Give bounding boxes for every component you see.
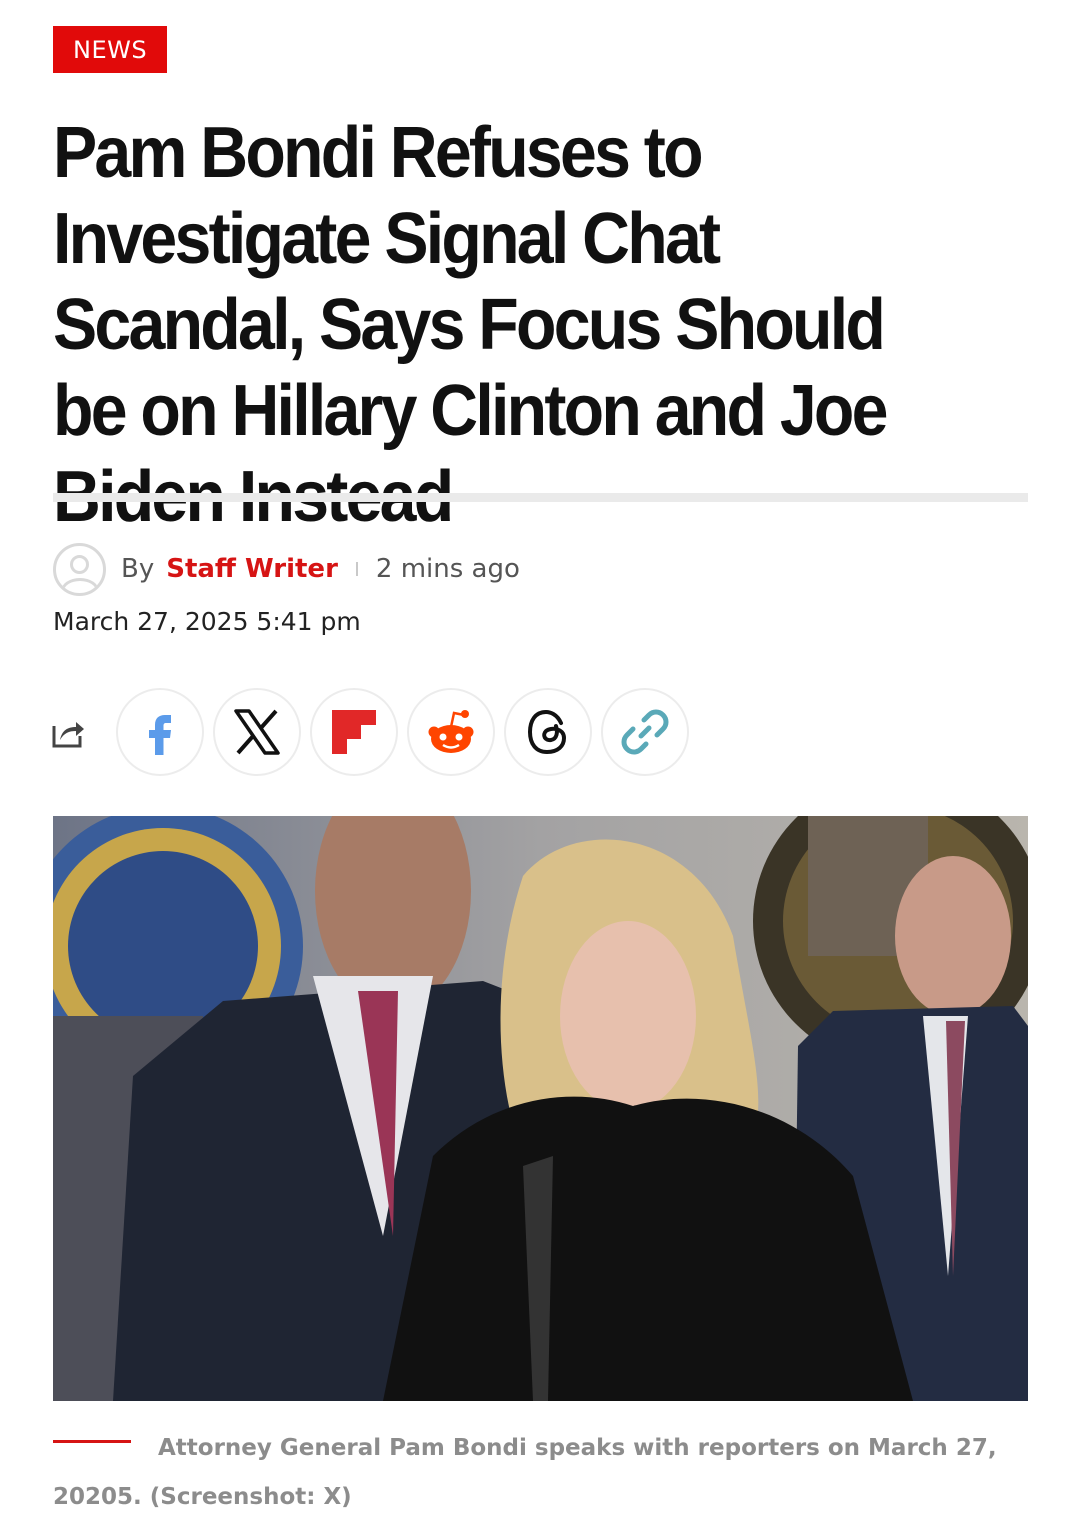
link-icon [621,709,669,755]
byline: By Staff Writer 2 mins ago [53,541,520,597]
category-badge[interactable]: NEWS [53,26,168,73]
article-photo[interactable] [53,816,1028,1401]
flipboard-share-button[interactable] [310,688,398,776]
x-icon [234,709,280,755]
divider [53,493,1028,502]
share-icon[interactable] [50,714,86,750]
byline-separator [355,562,358,576]
share-bar [50,688,698,776]
author-avatar-icon[interactable] [53,542,106,596]
reddit-icon [428,710,474,753]
copy-link-button[interactable] [601,688,689,776]
threads-icon [527,709,567,755]
publish-date: March 27, 2025 5:41 pm [53,607,361,636]
photo-caption: Attorney General Pam Bondi speaks with r… [53,1435,997,1510]
facebook-icon [149,715,171,755]
threads-share-button[interactable] [504,688,592,776]
author-link[interactable]: Staff Writer [166,554,338,584]
reddit-share-button[interactable] [407,688,495,776]
by-label: By [121,554,155,584]
facebook-share-button[interactable] [116,688,204,776]
time-ago: 2 mins ago [375,554,520,584]
flipboard-icon [332,710,376,754]
x-share-button[interactable] [213,688,301,776]
article-headline: Pam Bondi Refuses to Investigate Signal … [53,113,888,537]
